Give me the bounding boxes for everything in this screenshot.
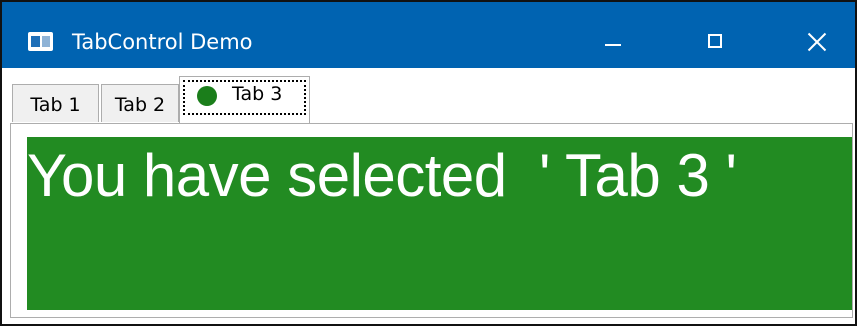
minimize-button[interactable] [589,22,635,62]
close-button[interactable] [793,22,839,62]
minimize-icon [605,44,621,46]
tab-3-label: Tab 3 [232,83,283,105]
tab-1-label: Tab 1 [30,94,81,116]
close-icon [807,31,827,51]
app-window-icon[interactable] [28,32,53,51]
tab-2[interactable]: Tab 2 [101,84,179,122]
green-circle-icon [197,86,217,106]
selected-tab-message: You have selected ' Tab 3 ' [27,142,737,209]
tab-strip: Tab 1 Tab 2 Tab 3 [2,68,855,124]
app-window: TabControl Demo Tab 1 Tab 2 Tab 3 You ha… [0,0,857,326]
maximize-button[interactable] [691,22,737,62]
window-title: TabControl Demo [72,30,253,54]
tab-3[interactable]: Tab 3 [179,76,310,124]
tab-2-label: Tab 2 [114,94,166,116]
tab-content-panel: You have selected ' Tab 3 ' [27,137,852,310]
app-icon-pane-left [31,36,40,47]
app-icon-pane-right [42,36,50,47]
maximize-icon [708,34,722,48]
tab-1[interactable]: Tab 1 [12,84,99,122]
title-bar[interactable]: TabControl Demo [2,2,855,68]
